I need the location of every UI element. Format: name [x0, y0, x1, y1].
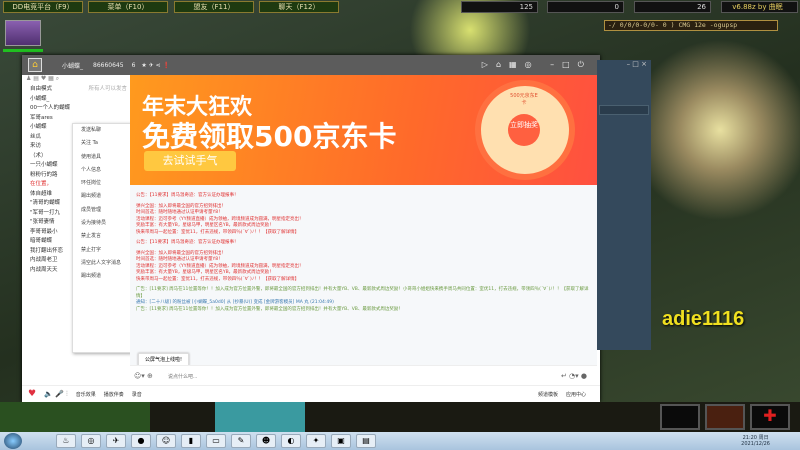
minimap[interactable] [0, 402, 150, 432]
audio-icons[interactable]: 🔈 🎤 ⫶ [44, 390, 68, 399]
chat-area: 公告：【11要求】周马温奇迹：官方认证办理报事！ 弹兴全国：加入即将最全国的官方招… [130, 185, 597, 365]
ad-banner[interactable]: 年末大狂欢 免费领取500京东卡 去试试手气 500元京东E卡 立即抽奖 [130, 75, 597, 185]
chat-message: 快来带周马一起位置：室优11，打去违规，带领四％(´∀`)ﾉ！！【获取了解详情】 [136, 229, 300, 235]
side-panel-controls[interactable]: – □ × [597, 60, 651, 75]
wheel-top-prize: 500元京东E卡 [510, 93, 538, 106]
hero-health-bar [3, 49, 43, 52]
prize-wheel[interactable]: 500元京东E卡 立即抽奖 [475, 80, 575, 180]
taskbar-app-icon[interactable]: ● [131, 434, 151, 448]
menu-button-platform[interactable]: DD电竞平台（F9） [3, 1, 83, 13]
chat-message: 快来带周马一起位置：室优11，打去违规，带领四％(´∀`)ﾉ！！【获取了解详情】 [136, 276, 300, 282]
chat-input[interactable] [168, 371, 518, 383]
inventory-slot[interactable] [660, 404, 700, 430]
app-center-button[interactable]: 应用中心 [566, 391, 586, 398]
food-counter: 26 [634, 1, 711, 13]
bottom-bar: ♥ 🔈 🎤 ⫶ 音乐效果 播放伴奏 录音 频道模板 应用中心 [22, 385, 600, 402]
lumber-counter: 0 [547, 1, 624, 13]
record-button[interactable]: 录音 [132, 391, 142, 398]
side-panel: – □ × [597, 60, 651, 350]
taskbar-app-icon[interactable]: ♨ [56, 434, 76, 448]
hero-portrait[interactable] [5, 20, 41, 46]
chat-message: 公告：【11要求】周马温奇迹：官方认证办理报事！ [136, 193, 239, 198]
play-accompaniment-button[interactable]: 播放伴奏 [104, 391, 124, 398]
window-controls[interactable]: ▷⌂▦◎ –□⏻ [482, 60, 592, 70]
streamer-name-overlay: adie1116 [662, 308, 745, 330]
room-id: 86660645 [93, 61, 124, 69]
menu-button-menu[interactable]: 菜单（F10） [88, 1, 168, 13]
taskbar-app-icon[interactable]: ☺ [156, 434, 176, 448]
heart-icon[interactable]: ♥ [28, 389, 36, 399]
emoji-icon[interactable]: ☺▾ ⊕ [134, 372, 153, 380]
banner-try-button[interactable]: 去试试手气 [144, 151, 236, 171]
channel-member[interactable]: 军哥ares [22, 114, 130, 124]
mode-hint: 所有人可以发言 [88, 86, 127, 92]
channel-member[interactable]: 小蝴蝶_ [22, 95, 130, 105]
wheel-draw-button[interactable]: 立即抽奖 [508, 114, 540, 146]
taskbar-app-icon[interactable]: ◐ [281, 434, 301, 448]
chat-message: 公告：【11要求】周马温奇迹：官方认证办理报事！ [136, 240, 239, 245]
music-effect-button[interactable]: 音乐效果 [76, 391, 96, 398]
taskbar-app-icon[interactable]: ▣ [331, 434, 351, 448]
home-icon[interactable]: ⌂ [28, 58, 42, 72]
inventory-slot-heal[interactable]: ✚ [750, 404, 790, 430]
taskbar-app-icon[interactable]: ▭ [206, 434, 226, 448]
start-button[interactable] [4, 433, 22, 449]
favorite-icon[interactable]: ★ ✈ ⋖ ❗ [141, 62, 170, 69]
taskbar-app-icon[interactable]: ☻ [256, 434, 276, 448]
clock-date[interactable]: 2021/12/26 [741, 441, 770, 447]
list-toolbar-icons[interactable]: ♟ ▤ ♥ ▦ ⌕ [22, 75, 130, 85]
taskbar-app-icon[interactable]: ✈ [106, 434, 126, 448]
room-name: 小蝴蝶_ [62, 62, 84, 70]
taskbar-app-icon[interactable]: ▤ [356, 434, 376, 448]
taskbar-app-icon[interactable]: ✎ [231, 434, 251, 448]
status-line: -/ 0/0/0-0/0- 0 ) CMG 12e -ogupsp [604, 20, 778, 31]
taskbar-app-icon[interactable]: ◎ [81, 434, 101, 448]
taskbar-app-icon[interactable]: ✦ [306, 434, 326, 448]
chat-message: 广告：[11要求] 周马在11位置等你！！加入成为官方位置外警，即将最全国的官方… [136, 287, 589, 299]
taskbar-app-icon[interactable]: ▮ [181, 434, 201, 448]
inventory-slot[interactable] [705, 404, 745, 430]
menu-button-allies[interactable]: 盟友（F11） [174, 1, 254, 13]
side-search[interactable] [599, 105, 649, 115]
yy-window: ⌂ 小蝴蝶_ 86660645 6 ★ ✈ ⋖ ❗ ▷⌂▦◎ –□⏻ ♟ ▤ ♥… [22, 55, 600, 402]
send-options-icon[interactable]: ↵ ◔▾ ● [561, 372, 587, 380]
channel-template-button[interactable]: 频道模板 [538, 391, 558, 398]
game-hud: ✚ [0, 402, 800, 432]
chat-input-row: ☺▾ ⊕ ↵ ◔▾ ● [130, 365, 597, 387]
version-label: v6.88z by 曲眠 [721, 1, 798, 13]
mode-selector[interactable]: 自由模式 [30, 85, 52, 95]
taskbar: ♨ ◎ ✈ ● ☺ ▮ ▭ ✎ ☻ ◐ ✦ ▣ ▤ 21:20 周日 2021/12/26 [0, 432, 800, 450]
gold-counter: 125 [461, 1, 538, 13]
banner-subtitle: 免费领取500京东卡 [142, 120, 397, 153]
unit-portrait [215, 402, 305, 432]
channel-member[interactable]: 00一个人的蝴蝶 [22, 104, 130, 114]
chat-message: 广告：[11要求] 周马在11位置等你！！加入成为官方位置外警，即将最全国的官方… [136, 306, 403, 312]
menu-button-chat[interactable]: 聊天（F12） [259, 1, 339, 13]
online-count: 6 [131, 61, 136, 69]
yy-title-bar: ⌂ 小蝴蝶_ 86660645 6 ★ ✈ ⋖ ❗ ▷⌂▦◎ –□⏻ [22, 55, 600, 75]
